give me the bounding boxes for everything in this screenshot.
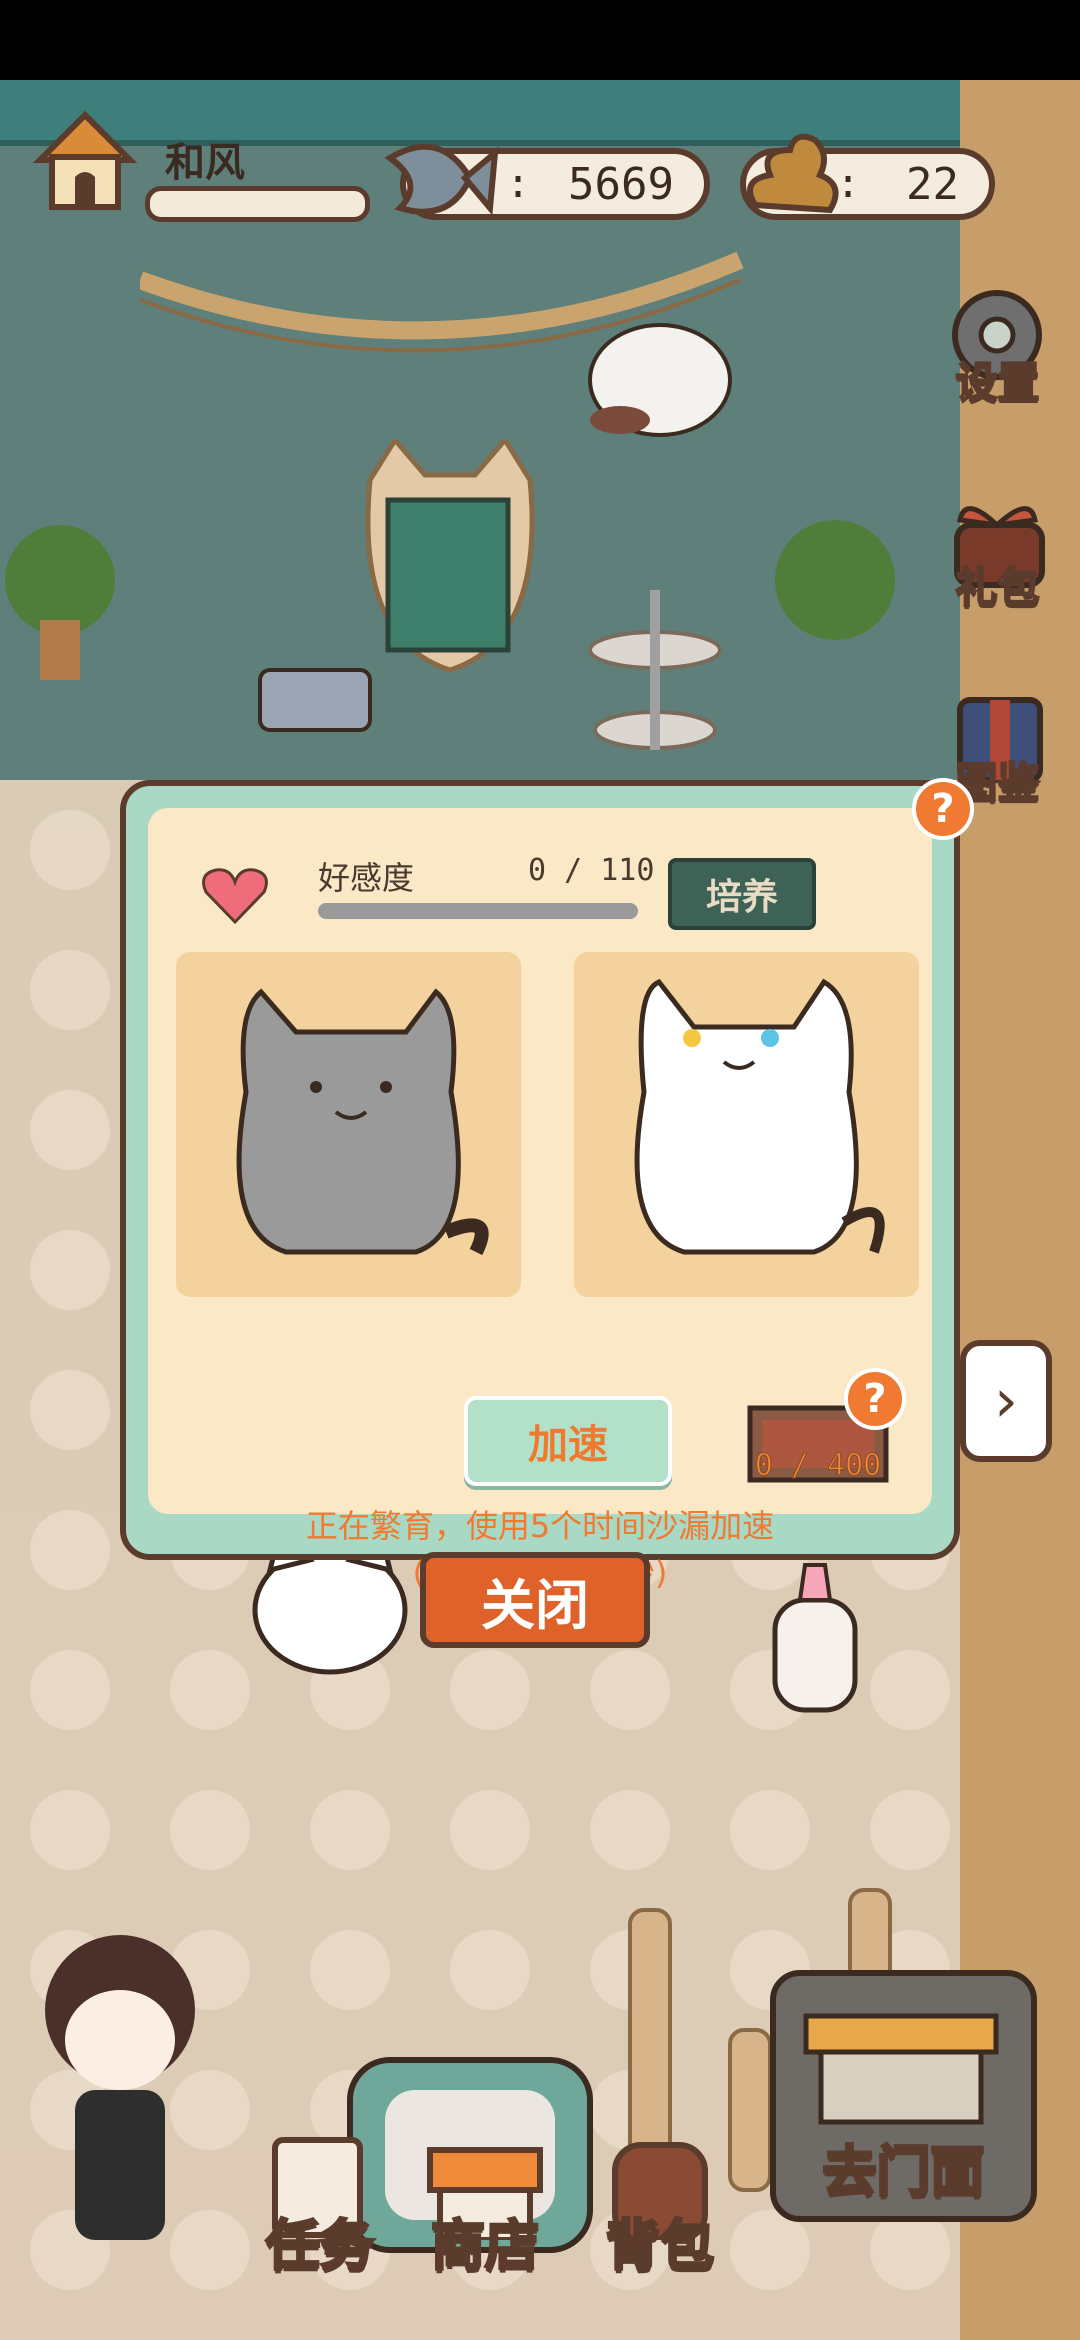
snack-stand: [588, 590, 722, 750]
help-badge-hourglass[interactable]: ?: [844, 1368, 906, 1430]
affection-progress-bar: [318, 903, 638, 919]
sleeping-cat: [588, 323, 732, 437]
fish-icon: [384, 143, 499, 216]
go-storefront-button[interactable]: 去门面: [770, 1970, 1037, 2222]
breeding-dialog: 好感度 0 / 110 培养 加速 0 / 400 正在繁育，使用5个时间沙漏加…: [120, 778, 974, 1592]
tasks-button[interactable]: 任务: [250, 2130, 390, 2280]
breeding-dialog-body: 好感度 0 / 110 培养 加速 0 / 400 正在繁育，使用5个时间沙漏加…: [148, 808, 932, 1592]
affection-label: 好感度: [318, 859, 415, 897]
shop-button[interactable]: 商店: [410, 2130, 560, 2280]
backpack-label: 背包: [605, 2213, 716, 2279]
next-arrow-button[interactable]: ›: [960, 1340, 1052, 1462]
camera-prop: [258, 668, 372, 732]
breeding-status-text: 正在繁育，使用5个时间沙漏加速: [305, 1507, 775, 1545]
shopkeeper-girl: [45, 1935, 195, 2240]
settings-label: 设置: [954, 357, 1040, 408]
settings-button[interactable]: 设置: [935, 285, 1060, 410]
hourglass-count: 0 / 400: [754, 1448, 882, 1484]
white-fluffy-cat: [634, 978, 885, 1255]
storefront-label: 去门面: [821, 2139, 986, 2205]
xp-progress-bar: [145, 186, 370, 222]
cat-house-icon[interactable]: [30, 105, 140, 215]
heart-icon: [202, 868, 268, 925]
storefront-icon: [803, 2013, 999, 2125]
shop-label: 商店: [430, 2213, 541, 2279]
parent-cat-card-right[interactable]: [574, 952, 919, 1297]
train-button[interactable]: 培养: [668, 858, 816, 930]
fish-coin-value: 5669: [568, 158, 674, 210]
speed-up-button[interactable]: 加速: [464, 1396, 672, 1486]
potted-plant-left: [5, 525, 115, 680]
help-badge-top[interactable]: ?: [912, 778, 974, 840]
gift-pack-label: 礼包: [954, 562, 1040, 613]
fish-coin-prefix: :: [506, 161, 531, 207]
affection-value: 0 / 110: [528, 853, 655, 888]
cat-portrait-frame: [365, 440, 535, 673]
backpack-button[interactable]: 背包: [590, 2130, 730, 2280]
close-button[interactable]: 关闭: [420, 1552, 650, 1648]
parent-cat-card-left[interactable]: [176, 952, 521, 1297]
litter-value: 22: [906, 158, 959, 210]
gift-pack-button[interactable]: 礼包: [935, 490, 1060, 615]
potted-plant-right: [775, 520, 895, 640]
player-name: 和风: [165, 140, 245, 186]
gray-tabby-cat: [236, 988, 489, 1256]
tasks-label: 任务: [265, 2213, 376, 2279]
poop-icon: [747, 133, 839, 214]
